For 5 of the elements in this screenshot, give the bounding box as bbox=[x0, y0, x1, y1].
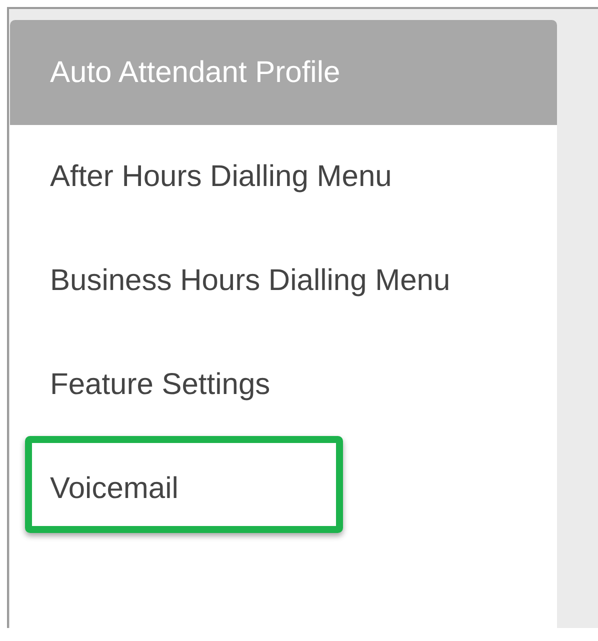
sidebar-title: Auto Attendant Profile bbox=[10, 20, 557, 125]
sidebar-item[interactable]: Business Hours Dialling Menu bbox=[10, 229, 557, 333]
sidebar-item[interactable]: Feature Settings bbox=[10, 333, 557, 437]
sidebar-item[interactable]: Voicemail bbox=[10, 437, 557, 541]
sidebar-item[interactable]: After Hours Dialling Menu bbox=[10, 125, 557, 229]
